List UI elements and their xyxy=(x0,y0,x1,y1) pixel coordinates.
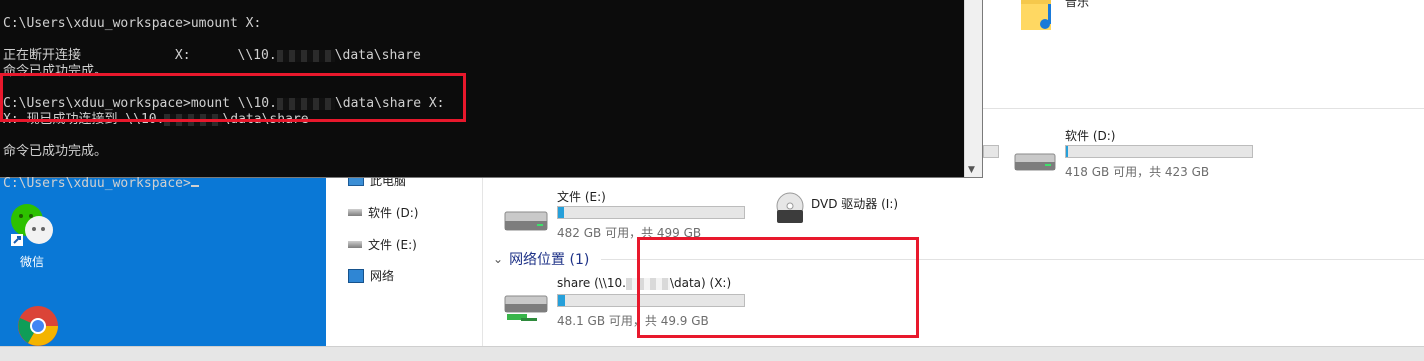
redacted-ip xyxy=(276,49,335,62)
drive-info: 418 GB 可用，共 423 GB xyxy=(1065,165,1210,179)
drive-name: 软件 (D:) xyxy=(1065,129,1116,143)
nav-item-label: 网络 xyxy=(370,269,395,283)
terminal-line: 正在断开连接 X: \\10. \data\share xyxy=(3,48,962,64)
nav-item-label: 文件 (E:) xyxy=(368,238,417,252)
highlight-box-network xyxy=(637,237,919,338)
hard-drive-icon[interactable] xyxy=(1013,148,1057,174)
text-cursor xyxy=(190,185,199,187)
scrollbar[interactable]: ▼ xyxy=(964,0,982,177)
chrome-icon xyxy=(18,306,58,346)
nav-item-network[interactable]: 网络 xyxy=(348,267,394,284)
music-folder-icon[interactable] xyxy=(1019,0,1059,32)
terminal-line: ​ xyxy=(3,128,962,144)
capacity-fill xyxy=(558,295,565,306)
chevron-down-icon: ⌄ xyxy=(493,252,504,266)
capacity-bar xyxy=(983,145,999,158)
terminal-line: C:\Users\xduu_workspace>umount X: xyxy=(3,16,262,31)
section-title: 网络位置 (1) xyxy=(509,252,590,268)
terminal-line: 命令已成功完成。 xyxy=(3,144,108,159)
terminal-line: C:\Users\xduu_workspace> xyxy=(3,176,962,192)
network-icon xyxy=(348,268,364,283)
terminal-text: 正在断开连接 X: \\10. xyxy=(3,48,277,63)
drive-icon xyxy=(348,241,362,248)
nav-item-drive-e[interactable]: 文件 (E:) xyxy=(348,236,417,253)
scroll-down-arrow-icon[interactable]: ▼ xyxy=(968,165,975,175)
capacity-fill xyxy=(1066,146,1069,157)
terminal-text: \data\share xyxy=(334,48,421,63)
terminal-line: ​ xyxy=(3,160,962,176)
share-name-prefix: share (\\10. xyxy=(557,276,626,290)
terminal-line: ​ xyxy=(3,32,962,48)
highlight-box-mount-command xyxy=(0,73,466,122)
taskbar xyxy=(0,346,1424,361)
music-folder-label[interactable]: 音乐 xyxy=(1065,0,1089,10)
command-prompt-window[interactable]: C:\Users\xduu_workspace>umount X:​正在断开连接… xyxy=(0,0,982,191)
network-drive-icon[interactable] xyxy=(503,290,551,326)
network-section-header[interactable]: ⌄ 网络位置 (1) xyxy=(493,249,589,269)
wechat-label: 微信 xyxy=(19,255,44,269)
capacity-bar xyxy=(1065,145,1253,158)
terminal-prompt: C:\Users\xduu_workspace> xyxy=(3,176,191,191)
